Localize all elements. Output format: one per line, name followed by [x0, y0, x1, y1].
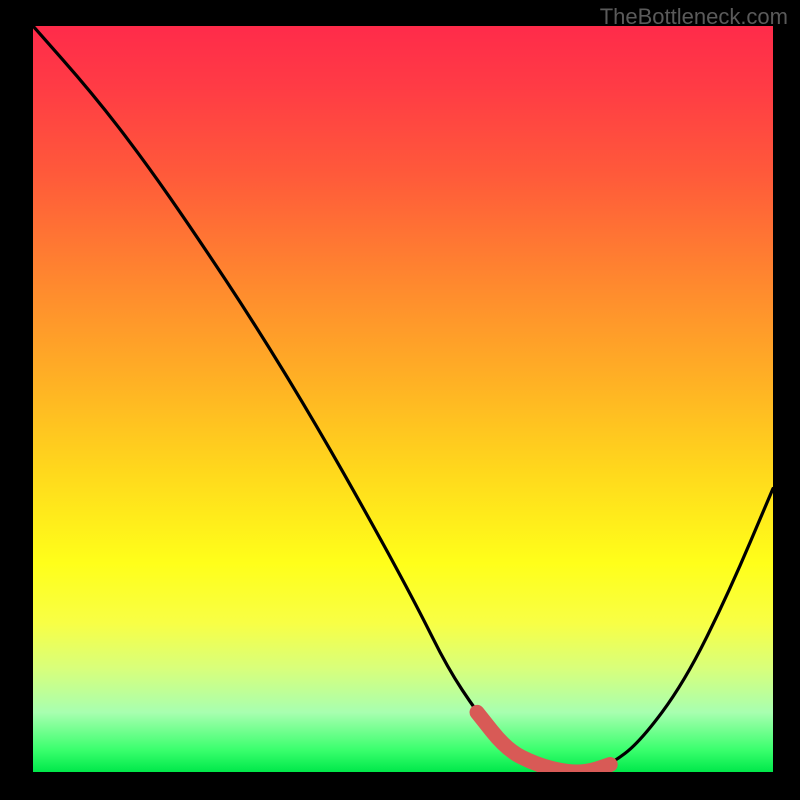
chart-plot-area	[33, 26, 773, 772]
chart-svg	[33, 26, 773, 772]
chart-curve	[33, 26, 773, 772]
watermark-text: TheBottleneck.com	[600, 4, 788, 30]
chart-highlight-segment	[477, 712, 610, 772]
